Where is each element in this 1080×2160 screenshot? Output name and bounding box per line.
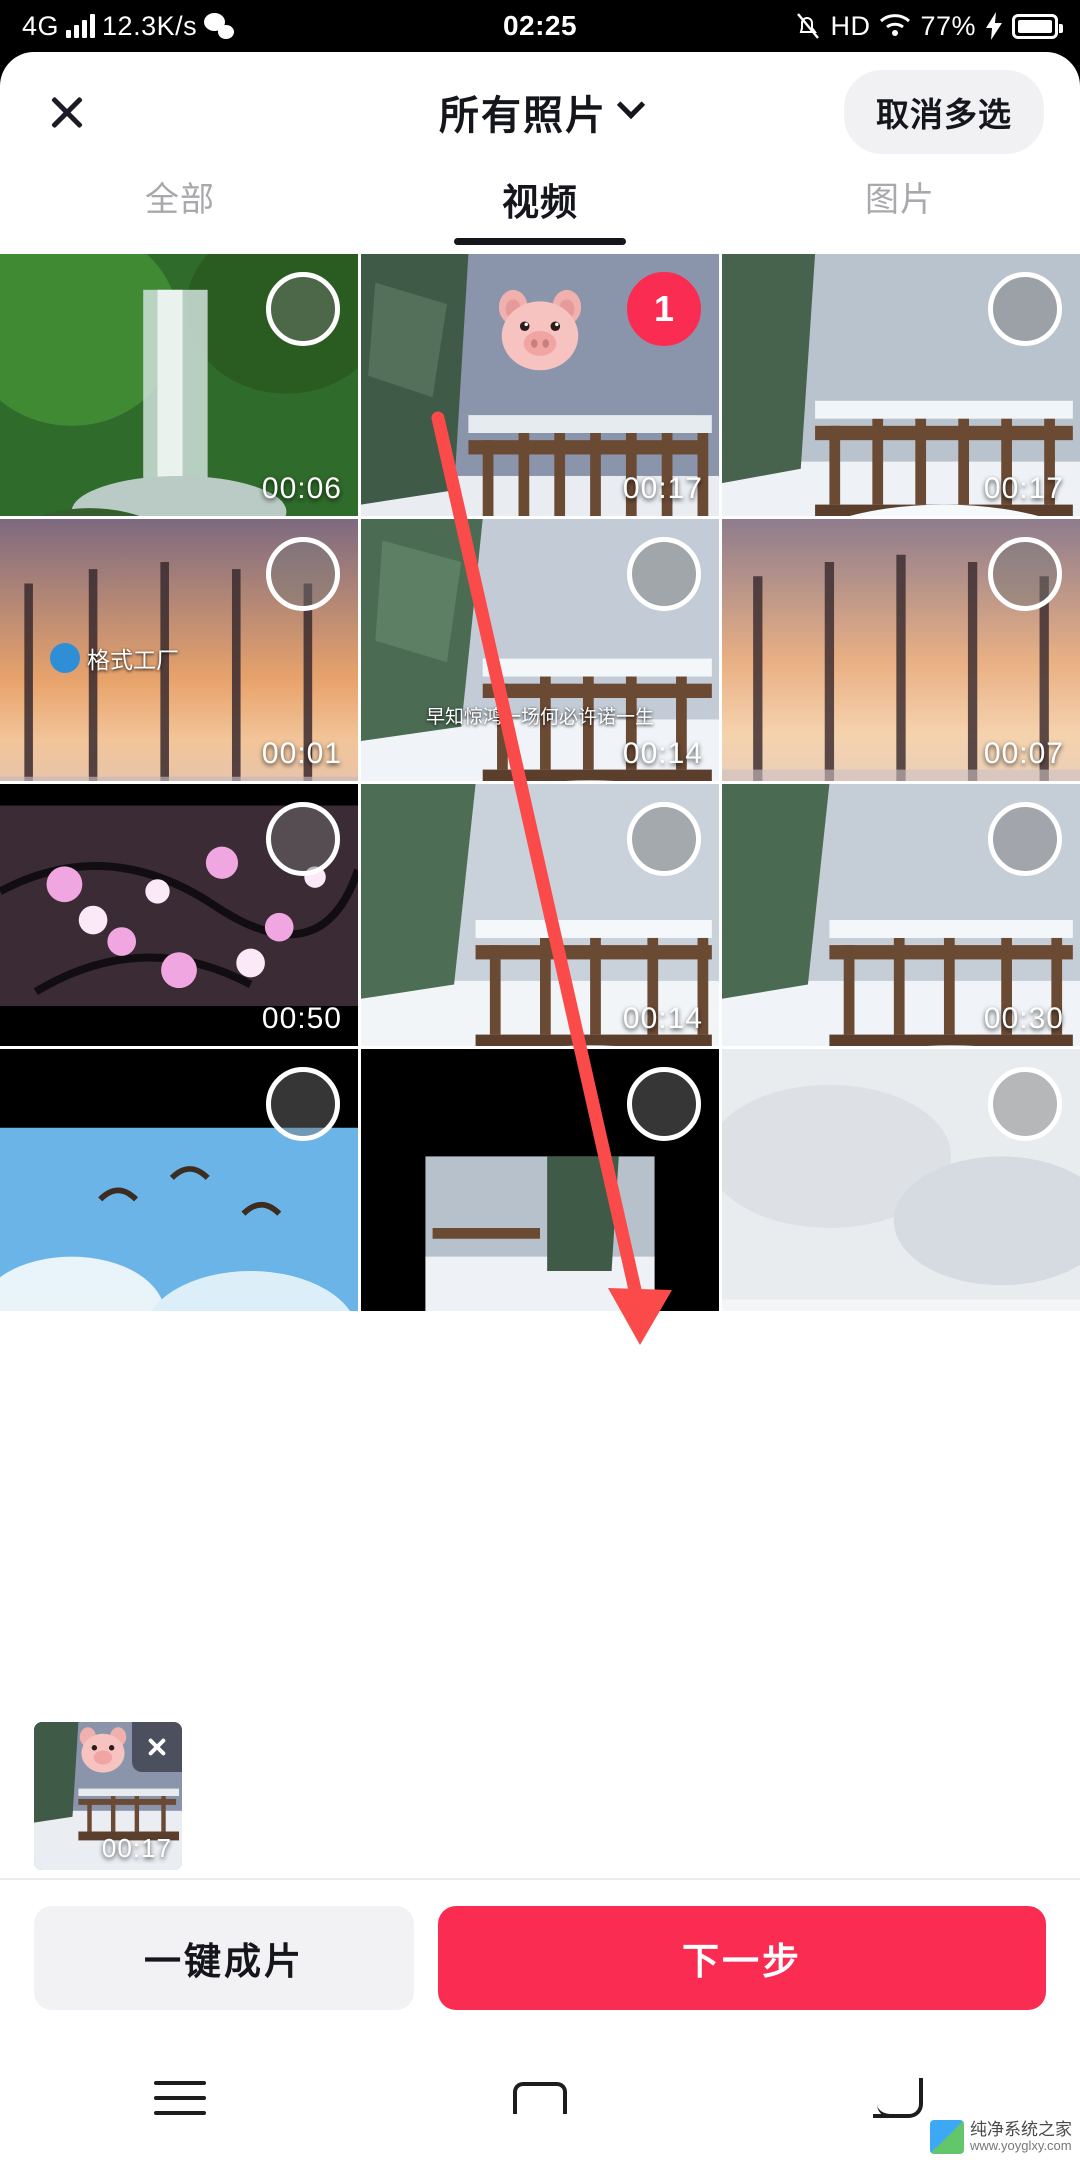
- status-left: 4G 12.3K/s: [22, 10, 235, 42]
- media-item[interactable]: 00:50: [0, 784, 358, 1046]
- hd-label: HD: [830, 10, 871, 41]
- app-window: 所有照片 取消多选 全部 视频 图片 00:06 1 00:17 00:17 格…: [0, 52, 1080, 2036]
- duration-label: 00:50: [261, 1002, 342, 1035]
- close-icon: [146, 1736, 168, 1758]
- factory-logo-icon: [50, 643, 80, 673]
- select-circle[interactable]: [627, 802, 701, 876]
- status-bar: 4G 12.3K/s 02:25 HD 77%: [0, 0, 1080, 52]
- select-circle[interactable]: [627, 537, 701, 611]
- watermark-label: 格式工厂: [87, 647, 179, 673]
- selected-clip-thumbnail[interactable]: 00:17: [34, 1722, 182, 1870]
- tab-bar: 全部 视频 图片: [0, 172, 1080, 254]
- tab-underline-active: [454, 238, 626, 245]
- select-circle[interactable]: [988, 272, 1062, 346]
- tab-all[interactable]: 全部: [0, 172, 360, 254]
- bolt-icon: [986, 12, 1002, 40]
- next-step-button[interactable]: 下一步: [438, 1906, 1046, 2010]
- windows-logo-icon: [930, 2119, 964, 2154]
- tab-video-label: 视频: [502, 182, 578, 223]
- media-item[interactable]: 00:30: [722, 784, 1080, 1046]
- site-watermark: 纯净系统之家 www.yoyglxy.com: [930, 2120, 1072, 2154]
- select-circle[interactable]: [988, 537, 1062, 611]
- battery-percent-label: 77%: [920, 10, 976, 41]
- tab-image[interactable]: 图片: [720, 172, 1080, 254]
- media-item[interactable]: [361, 1049, 719, 1311]
- close-button[interactable]: [36, 81, 98, 143]
- page-title: 所有照片: [439, 94, 607, 138]
- media-item[interactable]: [722, 1049, 1080, 1311]
- media-grid: 00:06 1 00:17 00:17 格式工厂 00:01 早知惊鸿一场何必许…: [0, 254, 1080, 1800]
- data-speed-label: 12.3K/s: [102, 10, 198, 41]
- duration-label: 00:17: [622, 472, 703, 505]
- select-circle[interactable]: [627, 1067, 701, 1141]
- signal-bars-icon: [66, 14, 96, 38]
- watermark-name: 纯净系统之家: [970, 2119, 1072, 2139]
- media-item[interactable]: 格式工厂 00:01: [0, 519, 358, 781]
- duration-label: 00:07: [983, 737, 1064, 770]
- select-circle[interactable]: [988, 1067, 1062, 1141]
- media-item[interactable]: 00:17: [722, 254, 1080, 516]
- select-circle-active[interactable]: 1: [627, 272, 701, 346]
- status-right: HD 77%: [795, 10, 1063, 42]
- remove-clip-button[interactable]: [132, 1722, 182, 1772]
- battery-icon: [1012, 13, 1063, 39]
- duration-label: 00:17: [101, 1833, 172, 1863]
- selected-clips-strip: 00:17: [0, 1708, 1080, 1878]
- nav-back-button[interactable]: [720, 2078, 1080, 2118]
- media-item[interactable]: 00:06: [0, 254, 358, 516]
- media-item[interactable]: [0, 1049, 358, 1311]
- media-item[interactable]: 00:14: [361, 784, 719, 1046]
- tab-all-label: 全部: [145, 181, 215, 219]
- media-item-selected[interactable]: 1 00:17: [361, 254, 719, 516]
- app-header: 所有照片 取消多选: [0, 52, 1080, 172]
- watermark-url: www.yoyglxy.com: [970, 2138, 1072, 2154]
- action-bar: 一键成片 下一步: [0, 1878, 1080, 2036]
- select-badge: 1: [653, 288, 675, 329]
- video-caption: 早知惊鸿一场何必许诺一生: [425, 707, 655, 728]
- media-item[interactable]: 早知惊鸿一场何必许诺一生 00:14: [361, 519, 719, 781]
- menu-icon: [154, 2081, 206, 2115]
- close-icon: [47, 92, 87, 132]
- back-icon: [873, 2078, 923, 2118]
- wifi-icon: [880, 14, 911, 36]
- duration-label: 00:14: [622, 737, 703, 770]
- system-nav-bar: 纯净系统之家 www.yoyglxy.com: [0, 2036, 1080, 2160]
- duration-label: 00:06: [261, 472, 342, 505]
- duration-label: 00:17: [983, 472, 1064, 505]
- select-circle[interactable]: [266, 802, 340, 876]
- bell-muted-icon: [797, 13, 820, 39]
- select-circle[interactable]: [266, 537, 340, 611]
- duration-label: 00:30: [983, 1002, 1064, 1035]
- nav-recents-button[interactable]: [0, 2081, 360, 2115]
- duration-label: 00:14: [622, 1002, 703, 1035]
- select-circle[interactable]: [266, 1067, 340, 1141]
- network-type-label: 4G: [22, 10, 60, 41]
- cancel-multiselect-button[interactable]: 取消多选: [844, 70, 1044, 154]
- watermark-badge: 格式工厂: [50, 641, 179, 675]
- tab-image-label: 图片: [865, 181, 935, 219]
- tab-video[interactable]: 视频: [360, 172, 720, 254]
- pig-sticker-icon: [79, 1727, 127, 1773]
- select-circle[interactable]: [988, 802, 1062, 876]
- chevron-down-icon: [616, 90, 646, 120]
- media-item[interactable]: 00:07: [722, 519, 1080, 781]
- select-circle[interactable]: [266, 272, 340, 346]
- oneclick-movie-button[interactable]: 一键成片: [34, 1906, 414, 2010]
- nav-home-button[interactable]: [360, 2082, 720, 2114]
- home-icon: [513, 2082, 567, 2114]
- duration-label: 00:01: [261, 737, 342, 770]
- pig-sticker-icon: [498, 289, 582, 371]
- wechat-icon: [204, 13, 235, 39]
